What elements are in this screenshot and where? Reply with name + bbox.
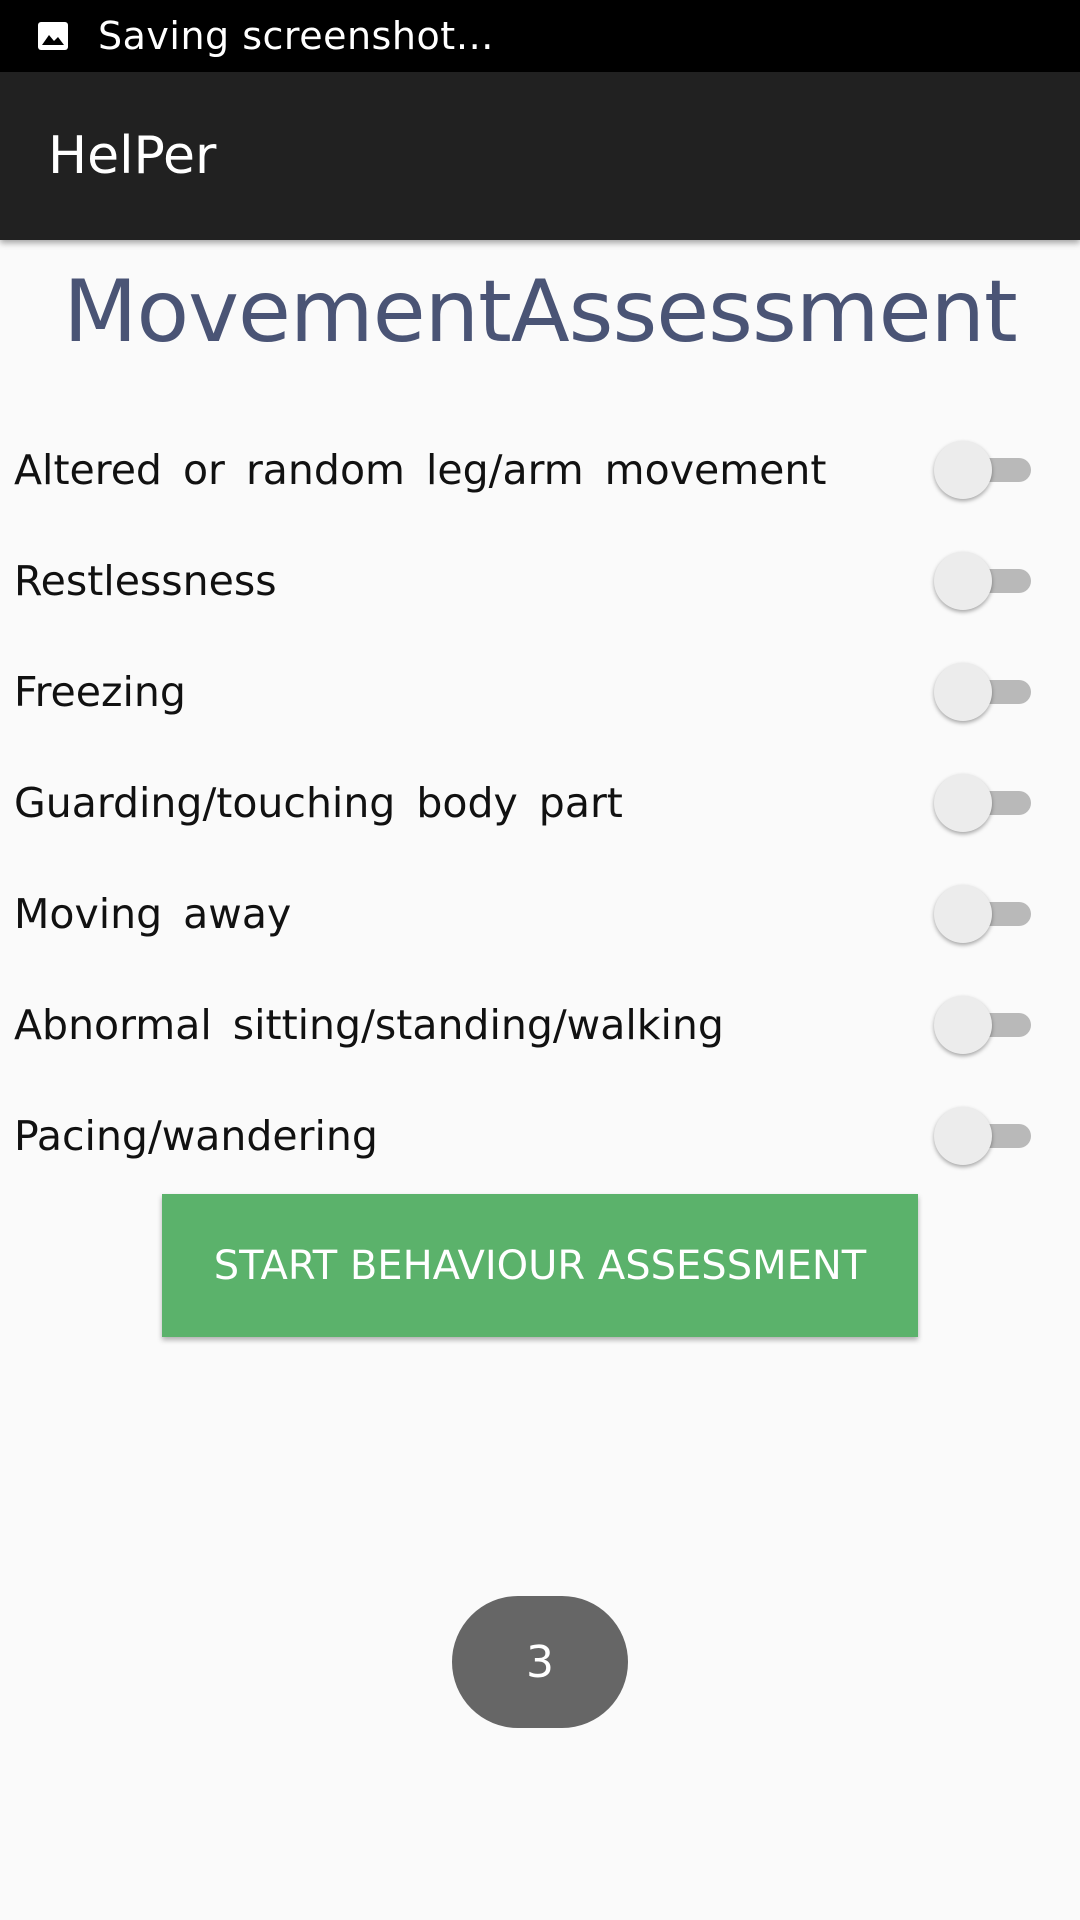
switch-thumb (934, 440, 992, 499)
toggle-switch[interactable] (934, 994, 1034, 1056)
status-bar: Saving screenshot… (0, 0, 1080, 72)
app-title: HelPer (48, 126, 217, 186)
switch-row-abnormal-posture[interactable]: Abnormal sitting/standing/walking (0, 969, 1080, 1080)
switch-row-altered-movement[interactable]: Altered or random leg/arm movement (0, 414, 1080, 525)
toggle-switch[interactable] (934, 439, 1034, 501)
toggle-switch[interactable] (934, 661, 1034, 723)
switch-thumb (934, 1106, 992, 1165)
toggle-switch[interactable] (934, 1105, 1034, 1167)
switch-thumb (934, 884, 992, 943)
toggle-switch[interactable] (934, 550, 1034, 612)
switch-row-restlessness[interactable]: Restlessness (0, 525, 1080, 636)
switch-label: Altered or random leg/arm movement (14, 445, 827, 494)
switch-row-moving-away[interactable]: Moving away (0, 858, 1080, 969)
status-notification-text: Saving screenshot… (98, 14, 495, 58)
switch-thumb (934, 551, 992, 610)
switch-thumb (934, 995, 992, 1054)
switch-row-pacing[interactable]: Pacing/wandering (0, 1080, 1080, 1191)
start-behaviour-assessment-button[interactable]: START BEHAVIOUR ASSESSMENT (162, 1194, 918, 1337)
switch-thumb (934, 662, 992, 721)
page-title: MovementAssessment (63, 262, 1017, 362)
page-indicator: 3 (452, 1596, 628, 1728)
switch-label: Moving away (14, 889, 292, 938)
switch-thumb (934, 773, 992, 832)
image-icon (38, 22, 68, 50)
toggle-switch[interactable] (934, 883, 1034, 945)
toggle-switch[interactable] (934, 772, 1034, 834)
switch-label: Restlessness (14, 556, 277, 605)
switch-row-guarding[interactable]: Guarding/touching body part (0, 747, 1080, 858)
app-bar: HelPer (0, 72, 1080, 240)
switch-label: Pacing/wandering (14, 1111, 378, 1160)
switch-label: Guarding/touching body part (14, 778, 623, 827)
switch-label: Freezing (14, 667, 186, 716)
switch-label: Abnormal sitting/standing/walking (14, 1000, 724, 1049)
switch-row-freezing[interactable]: Freezing (0, 636, 1080, 747)
